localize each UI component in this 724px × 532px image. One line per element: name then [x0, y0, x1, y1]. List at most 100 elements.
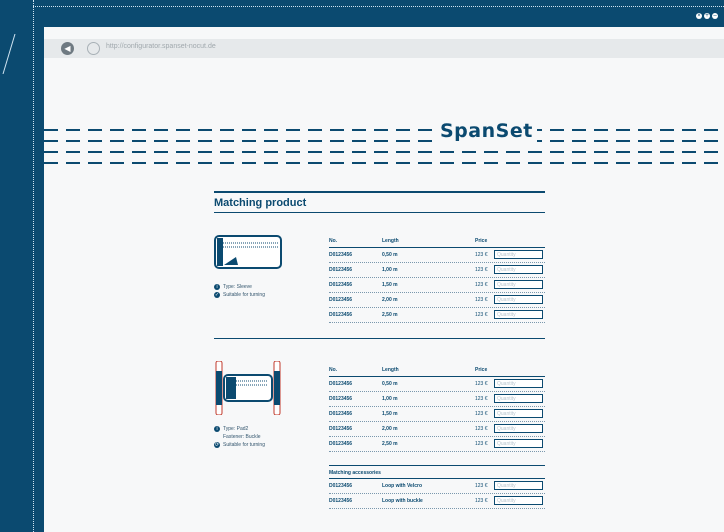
table-row: D0123456 2,00 m 123 € Quantity — [329, 293, 545, 308]
row-length: 1,50 m — [382, 411, 398, 417]
table-row: D0123456 Loop with Velcro 123 € Quantity — [329, 479, 545, 494]
row-length: 2,00 m — [382, 426, 398, 432]
table-row: D0123456 0,50 m 123 € Quantity — [329, 377, 545, 392]
row-no: D0123456 — [329, 441, 353, 447]
slash-decoration — [2, 34, 16, 74]
quantity-input[interactable]: Quantity — [494, 379, 543, 388]
quantity-input[interactable]: Quantity — [494, 394, 543, 403]
row-price: 123 € — [475, 483, 488, 489]
meta-turning: Suitable for turning — [223, 292, 265, 298]
accessories-header: Matching accessories — [329, 465, 545, 479]
row-no: D0123456 — [329, 381, 353, 387]
product-meta: i Type: Sleeve ✓ Suitable for turning — [214, 283, 265, 299]
table-row: D0123456 0,50 m 123 € Quantity — [329, 248, 545, 263]
table-row: D0123456 2,50 m 123 € Quantity — [329, 308, 545, 323]
row-length: 0,50 m — [382, 252, 398, 258]
turning-icon: ⟳ — [214, 441, 220, 448]
banner-stripe — [44, 151, 724, 153]
window-controls: × + – — [696, 13, 718, 19]
row-length: 2,00 m — [382, 297, 398, 303]
table-row: D0123456 Loop with buckle 123 € Quantity — [329, 494, 545, 509]
spanset-logo: SpanSet — [436, 120, 537, 142]
header-no: No. — [329, 238, 338, 244]
meta-type: Type: Pad2 — [223, 426, 249, 432]
header-length: Length — [382, 238, 399, 244]
banner-stripe — [44, 140, 724, 142]
row-no: D0123456 — [329, 282, 353, 288]
row-price: 123 € — [475, 381, 488, 387]
row-name: Loop with buckle — [382, 498, 423, 504]
table-row: D0123456 1,50 m 123 € Quantity — [329, 278, 545, 293]
section-title: Matching product — [214, 197, 307, 209]
product-table: No. Length Price D0123456 0,50 m 123 € Quan… — [329, 237, 545, 323]
banner-stripe — [44, 129, 724, 131]
table-row: D0123456 1,00 m 123 € Quantity — [329, 263, 545, 278]
row-no: D0123456 — [329, 312, 353, 318]
header-price: Price — [475, 367, 488, 373]
row-length: 2,50 m — [382, 312, 398, 318]
sleeve-product-image — [214, 235, 282, 269]
quantity-input[interactable]: Quantity — [494, 424, 543, 433]
quantity-input[interactable]: Quantity — [494, 265, 543, 274]
meta-type: Type: Sleeve — [223, 284, 252, 290]
guide-line-horizontal — [33, 6, 724, 7]
row-price: 123 € — [475, 252, 488, 258]
row-no: D0123456 — [329, 498, 353, 504]
check-icon: ✓ — [214, 291, 220, 298]
header-price: Price — [475, 238, 488, 244]
maximize-icon[interactable]: + — [704, 13, 710, 19]
guide-line-vertical — [33, 0, 34, 532]
row-price: 123 € — [475, 312, 488, 318]
quantity-input[interactable]: Quantity — [494, 280, 543, 289]
banner-stripe — [44, 162, 724, 164]
row-no: D0123456 — [329, 483, 353, 489]
quantity-input[interactable]: Quantity — [494, 496, 543, 505]
row-price: 123 € — [475, 267, 488, 273]
info-icon: i — [214, 283, 220, 290]
row-price: 123 € — [475, 282, 488, 288]
product-separator — [214, 338, 545, 339]
brand-banner: SpanSet — [44, 120, 724, 173]
row-name: Loop with Velcro — [382, 483, 423, 489]
row-no: D0123456 — [329, 297, 353, 303]
quantity-input[interactable]: Quantity — [494, 481, 543, 490]
row-price: 123 € — [475, 396, 488, 402]
row-no: D0123456 — [329, 252, 353, 258]
row-length: 1,00 m — [382, 396, 398, 402]
row-price: 123 € — [475, 426, 488, 432]
table-row: D0123456 1,00 m 123 € Quantity — [329, 392, 545, 407]
quantity-input[interactable]: Quantity — [494, 409, 543, 418]
row-price: 123 € — [475, 441, 488, 447]
row-no: D0123456 — [329, 426, 353, 432]
back-button[interactable]: ◀ — [61, 42, 74, 55]
quantity-input[interactable]: Quantity — [494, 439, 543, 448]
accessories-title: Matching accessories — [329, 470, 381, 476]
info-icon: i — [214, 425, 220, 432]
globe-icon — [87, 42, 100, 55]
table-row: D0123456 1,50 m 123 € Quantity — [329, 407, 545, 422]
header-no: No. — [329, 367, 338, 373]
row-no: D0123456 — [329, 411, 353, 417]
row-price: 123 € — [475, 498, 488, 504]
product-meta: i Type: Pad2 Fastener: Buckle ⟳ Suitable f… — [214, 425, 265, 449]
quantity-input[interactable]: Quantity — [494, 250, 543, 259]
row-length: 1,50 m — [382, 282, 398, 288]
quantity-input[interactable]: Quantity — [494, 295, 543, 304]
row-length: 0,50 m — [382, 381, 398, 387]
product-table: No. Length Price D0123456 0,50 m 123 € Quan… — [329, 366, 545, 452]
address-bar: ◀ http://configurator.spanset-nocut.de — [44, 39, 724, 58]
accessories-table: Matching accessories D0123456 Loop with V… — [329, 465, 545, 509]
meta-fastener: Fastener: Buckle — [223, 434, 261, 440]
row-length: 1,00 m — [382, 267, 398, 273]
close-icon[interactable]: × — [696, 13, 702, 19]
row-no: D0123456 — [329, 267, 353, 273]
table-row: D0123456 2,50 m 123 € Quantity — [329, 437, 545, 452]
pad-product-image — [215, 361, 281, 415]
url-field[interactable]: http://configurator.spanset-nocut.de — [106, 43, 216, 50]
quantity-input[interactable]: Quantity — [494, 310, 543, 319]
title-rule-top — [214, 191, 545, 193]
minimize-icon[interactable]: – — [712, 13, 718, 19]
table-header: No. Length Price — [329, 237, 545, 248]
row-no: D0123456 — [329, 396, 353, 402]
meta-turning: Suitable for turning — [223, 442, 265, 448]
